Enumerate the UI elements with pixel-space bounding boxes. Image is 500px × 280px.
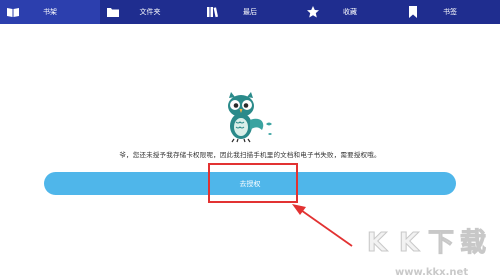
annotation-arrow (292, 204, 353, 247)
library-icon (206, 5, 220, 19)
tab-favorites[interactable]: 收藏 (300, 0, 400, 24)
tab-folder[interactable]: 文件夹 (100, 0, 200, 24)
top-tab-bar: 书架 文件夹 最后 收藏 书签 (0, 0, 500, 24)
tab-label: 最后 (243, 8, 257, 16)
tab-label: 书签 (443, 8, 457, 16)
watermark-logo: KK下载 (366, 228, 486, 259)
tab-bookshelf[interactable]: 书架 (0, 0, 100, 24)
watermark-url: www.kkx.net (395, 267, 469, 278)
tab-label: 书架 (43, 8, 57, 16)
tab-bookmarks[interactable]: 书签 (400, 0, 500, 24)
book-open-icon (6, 5, 20, 19)
permission-message: 爷，您还未授予我存储卡权限呢，因此我扫描手机里的文档和电子书失败，需要授权哦。 (119, 151, 381, 159)
tab-label: 文件夹 (139, 8, 161, 16)
tab-label: 收藏 (343, 8, 357, 16)
owl-illustration (222, 92, 278, 144)
star-icon (306, 5, 320, 19)
highlight-box (208, 163, 298, 203)
tab-recent[interactable]: 最后 (200, 0, 300, 24)
folder-icon (106, 5, 120, 19)
bookmark-icon (406, 5, 420, 19)
